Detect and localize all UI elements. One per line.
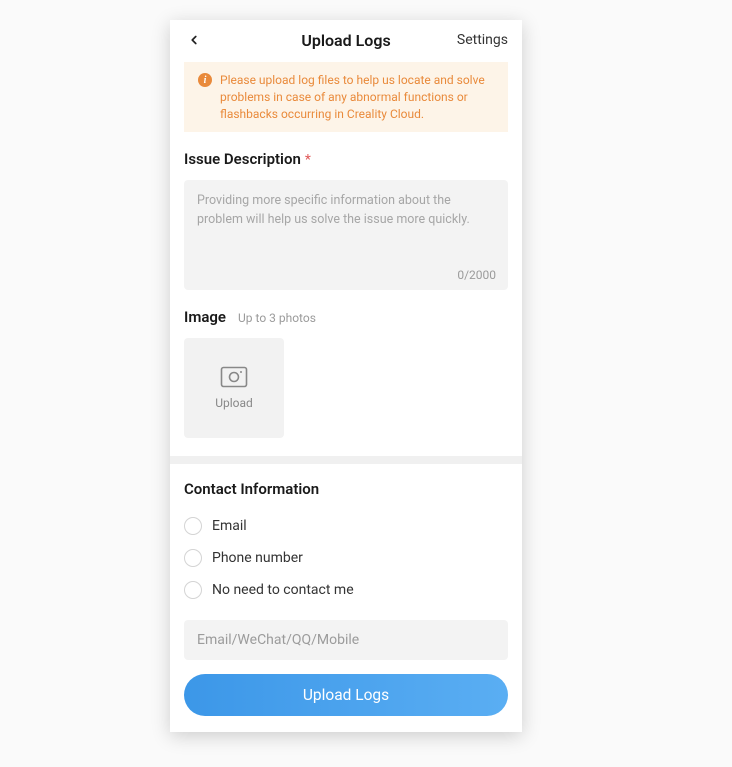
- camera-icon: [220, 366, 248, 388]
- contact-input[interactable]: Email/WeChat/QQ/Mobile: [184, 620, 508, 660]
- radio-icon: [184, 549, 202, 567]
- image-section: Image Up to 3 photos Upload: [170, 308, 522, 438]
- radio-icon: [184, 581, 202, 599]
- settings-link[interactable]: Settings: [457, 32, 508, 48]
- upload-logs-button[interactable]: Upload Logs: [184, 674, 508, 716]
- page-title: Upload Logs: [301, 31, 390, 50]
- chevron-left-icon: [187, 33, 201, 47]
- character-count: 0/2000: [457, 268, 496, 282]
- contact-option-email[interactable]: Email: [184, 510, 508, 542]
- section-divider: [170, 456, 522, 464]
- image-sublabel: Up to 3 photos: [238, 311, 316, 325]
- info-banner: i Please upload log files to help us loc…: [184, 62, 508, 132]
- upload-logs-screen: Upload Logs Settings i Please upload log…: [170, 20, 522, 732]
- issue-description-label: Issue Description: [184, 150, 301, 168]
- contact-option-phone[interactable]: Phone number: [184, 542, 508, 574]
- upload-label: Upload: [215, 396, 253, 410]
- header: Upload Logs Settings: [170, 20, 522, 62]
- issue-description-input[interactable]: Providing more specific information abou…: [184, 180, 508, 290]
- issue-description-section: Issue Description * Providing more speci…: [170, 150, 522, 290]
- contact-title: Contact Information: [184, 480, 508, 498]
- info-banner-text: Please upload log files to help us locat…: [220, 72, 494, 122]
- contact-option-none[interactable]: No need to contact me: [184, 574, 508, 606]
- upload-image-button[interactable]: Upload: [184, 338, 284, 438]
- image-label: Image: [184, 308, 226, 326]
- back-button[interactable]: [184, 30, 204, 50]
- radio-label: Phone number: [212, 550, 303, 566]
- contact-section: Contact Information Email Phone number N…: [170, 464, 522, 732]
- required-indicator: *: [305, 152, 311, 168]
- radio-icon: [184, 517, 202, 535]
- radio-label: Email: [212, 518, 247, 534]
- issue-description-placeholder: Providing more specific information abou…: [197, 192, 495, 230]
- radio-label: No need to contact me: [212, 582, 354, 598]
- info-icon: i: [198, 73, 212, 87]
